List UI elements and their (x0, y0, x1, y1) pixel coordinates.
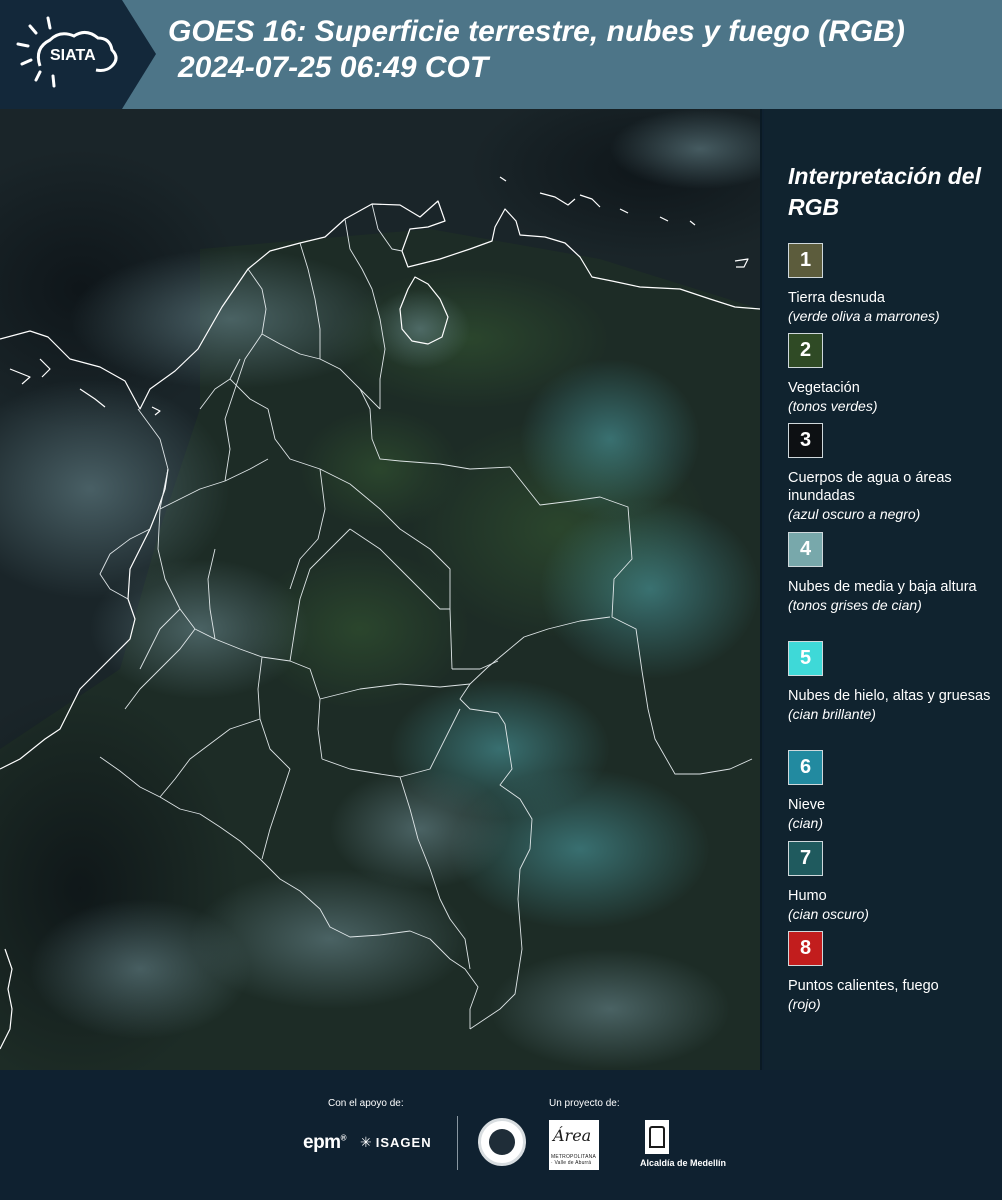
legend-sub-5: (cian brillante) (788, 706, 876, 722)
legend-swatch-2: 2 (788, 333, 823, 368)
legend-label-2: Vegetación (788, 380, 860, 396)
alcaldia-building-icon (645, 1120, 669, 1154)
legend-label-4: Nubes de media y baja altura (788, 579, 977, 595)
legend-swatch-3: 3 (788, 423, 823, 458)
legend-item-6: 6 Nieve (cian) (788, 750, 998, 833)
legend-swatch-5: 5 (788, 641, 823, 676)
legend-label-3: Cuerpos de agua o áreas inundadas (788, 470, 952, 504)
legend-swatch-4: 4 (788, 532, 823, 567)
footer: Con el apoyo de: Un proyecto de: epm® ✳ I… (0, 1070, 1002, 1200)
project-label: Un proyecto de: (549, 1098, 620, 1109)
epm-logo: epm® (303, 1132, 347, 1153)
legend-panel: Interpretación del RGB 1 Tierra desnuda … (764, 109, 1002, 1070)
logo-text: SIATA (50, 47, 96, 64)
legend-item-4: 4 Nubes de media y baja altura (tonos gr… (788, 532, 998, 615)
legend-sub-8: (rojo) (788, 996, 821, 1012)
legend-item-5: 5 Nubes de hielo, altas y gruesas (cian … (788, 641, 998, 724)
legend-sub-6: (cian) (788, 815, 824, 831)
area-logo-script: Área (553, 1126, 592, 1145)
legend-item-3: 3 Cuerpos de agua o áreas inundadas (azu… (788, 423, 998, 524)
seal-logo (478, 1118, 526, 1166)
legend-label-5: Nubes de hielo, altas y gruesas (788, 688, 991, 704)
legend-item-7: 7 Humo (cian oscuro) (788, 841, 998, 924)
isagen-logo: ✳ ISAGEN (360, 1134, 432, 1151)
page-title: GOES 16: Superficie terrestre, nubes y f… (168, 14, 905, 86)
legend-sub-1: (verde oliva a marrones) (788, 308, 940, 324)
header-bar: SIATA GOES 16: Superficie terrestre, nub… (0, 0, 1002, 109)
legend-sub-4: (tonos grises de cian) (788, 597, 922, 613)
legend-label-1: Tierra desnuda (788, 290, 885, 306)
seal-emblem-icon (489, 1129, 515, 1155)
support-label: Con el apoyo de: (328, 1098, 404, 1109)
legend-swatch-6: 6 (788, 750, 823, 785)
legend-label-8: Puntos calientes, fuego (788, 978, 939, 994)
alcaldia-logo-text: Alcaldía de Medellín (640, 1158, 727, 1168)
legend-item-1: 1 Tierra desnuda (verde oliva a marrones… (788, 243, 998, 326)
title-line-2: 2024-07-25 06:49 COT (178, 51, 489, 84)
legend-sub-2: (tonos verdes) (788, 398, 878, 414)
legend-swatch-7: 7 (788, 841, 823, 876)
legend-label-7: Humo (788, 888, 827, 904)
legend-item-2: 2 Vegetación (tonos verdes) (788, 333, 998, 416)
legend-item-8: 8 Puntos calientes, fuego (rojo) (788, 931, 998, 1014)
legend-swatch-8: 8 (788, 931, 823, 966)
epm-logo-text: epm (303, 1132, 341, 1153)
isagen-logo-text: ISAGEN (375, 1135, 432, 1150)
legend-swatch-1: 1 (788, 243, 823, 278)
footer-divider (457, 1116, 458, 1170)
legend-sub-3: (azul oscuro a negro) (788, 506, 921, 522)
title-line-1: GOES 16: Superficie terrestre, nubes y f… (168, 15, 905, 48)
area-metropolitana-logo: Área METROPOLITANA · Valle de Aburrá (549, 1120, 599, 1170)
legend-label-6: Nieve (788, 797, 826, 813)
siata-logo: SIATA (0, 0, 160, 109)
isagen-mark-icon: ✳ (360, 1134, 373, 1150)
legend-title: Interpretación del RGB (788, 163, 981, 220)
area-logo-subtitle: METROPOLITANA · Valle de Aburrá (551, 1154, 596, 1166)
satellite-map (0, 109, 762, 1070)
legend-sub-7: (cian oscuro) (788, 906, 869, 922)
